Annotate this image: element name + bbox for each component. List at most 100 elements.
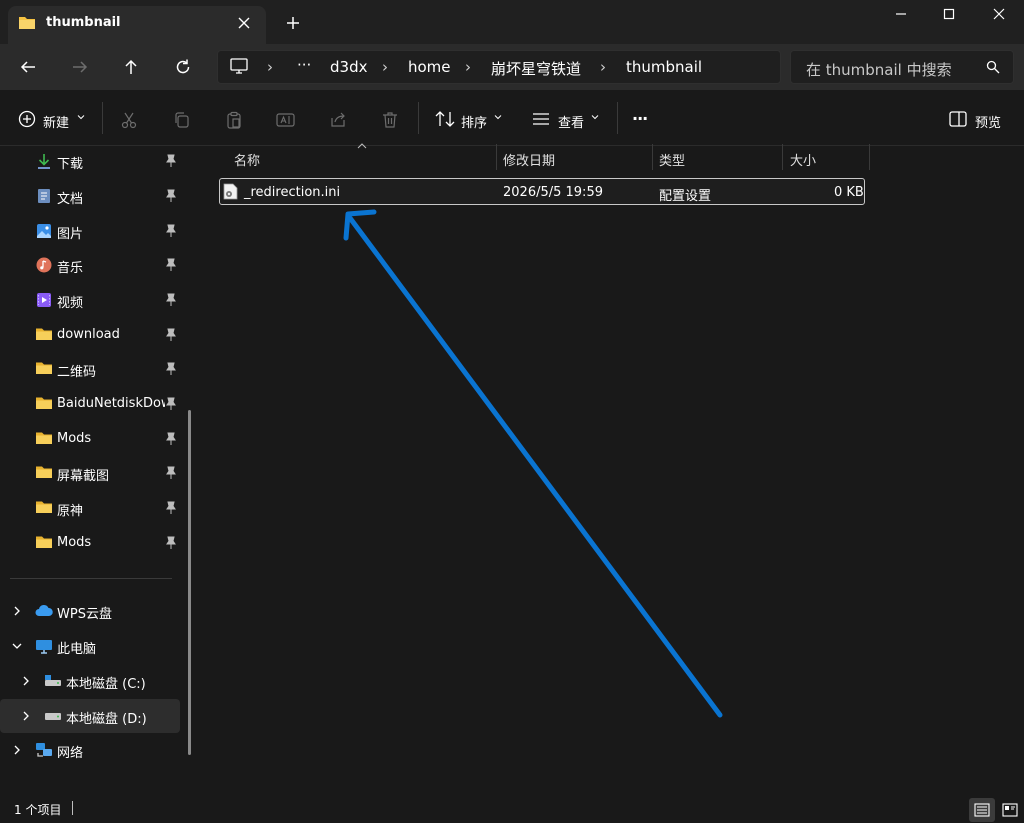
chevron-right-icon[interactable] [21, 711, 31, 721]
sidebar-item-label: 音乐 [57, 261, 84, 276]
pin-icon [165, 293, 177, 307]
tiles-view-button[interactable] [998, 798, 1022, 822]
annotation-arrow [343, 209, 723, 718]
close-icon[interactable] [976, 4, 1022, 24]
sidebar-item-label: BaiduNetdiskDownload [57, 396, 165, 411]
cut-icon[interactable] [118, 109, 140, 131]
folder-icon [36, 361, 52, 377]
sidebar-item-drive-c[interactable]: 本地磁盘 (C:) [66, 673, 146, 692]
file-date: 2026/5/5 19:59 [503, 185, 603, 200]
new-icon[interactable] [18, 110, 36, 128]
column-divider[interactable] [869, 144, 870, 170]
pin-icon [165, 362, 177, 376]
refresh-icon[interactable] [173, 57, 193, 77]
file-size: 0 KB [834, 185, 864, 200]
more-options-button[interactable]: ··· [632, 109, 648, 128]
sort-ascending-icon [357, 143, 367, 149]
delete-icon[interactable] [379, 109, 401, 131]
folder-icon [36, 500, 52, 516]
details-view-button[interactable] [969, 798, 995, 822]
chevron-down-icon [494, 113, 502, 121]
drive-icon [44, 710, 62, 722]
chevron-down-icon [77, 113, 85, 121]
sidebar-divider [10, 578, 172, 579]
column-header-type[interactable]: 类型 [659, 150, 685, 169]
minimize-icon[interactable] [878, 4, 924, 24]
sidebar-item-label: 视频 [57, 296, 84, 311]
back-icon[interactable] [18, 57, 38, 77]
pin-icon [165, 258, 177, 272]
column-header-name[interactable]: 名称 [234, 150, 260, 169]
chevron-right-icon[interactable] [21, 676, 31, 686]
chevron-right-icon: › [267, 58, 273, 76]
up-icon[interactable] [121, 57, 141, 77]
sidebar-item-wps-cloud[interactable]: WPS云盘 [57, 603, 112, 622]
paste-icon[interactable] [223, 109, 245, 131]
document-icon [36, 188, 52, 204]
copy-icon[interactable] [171, 109, 193, 131]
sidebar-item-label: Mods [57, 535, 92, 550]
sidebar-item-label: 文档 [57, 192, 84, 207]
video-icon [36, 292, 52, 308]
column-header-size[interactable]: 大小 [790, 150, 816, 169]
sidebar-item-network[interactable]: 网络 [57, 742, 83, 761]
chevron-right-icon: › [600, 58, 606, 76]
view-icon[interactable] [532, 112, 550, 126]
search-placeholder: 在 thumbnail 中搜索 [806, 61, 952, 79]
breadcrumb-item[interactable]: d3dx [330, 58, 367, 76]
drive-icon [44, 674, 62, 688]
sidebar-item-drive-d[interactable]: 本地磁盘 (D:) [66, 708, 147, 727]
chevron-right-icon: › [465, 58, 471, 76]
tab-title: thumbnail [46, 15, 121, 30]
monitor-icon[interactable] [230, 58, 248, 74]
computer-icon [35, 639, 53, 655]
sidebar-item-label: 下载 [57, 157, 84, 172]
network-icon [35, 742, 53, 758]
close-tab-icon[interactable] [236, 15, 252, 31]
sidebar-item-label: 屏幕截图 [57, 469, 110, 484]
item-count: 1 个项目 [14, 803, 62, 817]
pin-icon [165, 397, 177, 411]
breadcrumb-item[interactable]: thumbnail [626, 58, 702, 76]
chevron-right-icon[interactable] [12, 745, 22, 755]
pin-icon [165, 189, 177, 203]
column-header-date[interactable]: 修改日期 [503, 150, 555, 169]
chevron-right-icon[interactable] [12, 606, 22, 616]
sidebar-scrollbar[interactable] [188, 410, 191, 755]
breadcrumb-overflow[interactable]: ··· [297, 56, 311, 74]
search-icon[interactable] [986, 60, 1000, 74]
sort-button[interactable]: 排序 [461, 112, 487, 131]
sidebar-item-label: 原神 [57, 504, 84, 519]
status-divider [72, 801, 73, 815]
status-bar [0, 794, 1024, 823]
file-name[interactable]: _redirection.ini [244, 185, 340, 200]
folder-icon [36, 396, 52, 412]
sidebar-item-label: Mods [57, 431, 92, 446]
pin-icon [165, 328, 177, 342]
pictures-icon [36, 223, 52, 239]
column-divider[interactable] [496, 144, 497, 170]
download-icon [36, 153, 52, 169]
breadcrumb-item[interactable]: home [408, 58, 451, 76]
view-button[interactable]: 查看 [558, 112, 584, 131]
new-button[interactable]: 新建 [43, 112, 69, 131]
forward-icon[interactable] [70, 57, 90, 77]
preview-pane-icon[interactable] [949, 111, 967, 127]
command-bar [0, 90, 1024, 146]
chevron-down-icon[interactable] [12, 641, 22, 651]
folder-icon [36, 327, 52, 343]
share-icon[interactable] [327, 109, 349, 131]
breadcrumb-item[interactable]: 崩坏星穹铁道 [491, 58, 581, 79]
sidebar-item-this-pc[interactable]: 此电脑 [57, 638, 96, 657]
new-tab-icon[interactable] [285, 15, 301, 31]
cloud-icon [35, 604, 53, 618]
pin-icon [165, 154, 177, 168]
rename-icon[interactable] [275, 109, 297, 131]
maximize-icon[interactable] [926, 4, 972, 24]
divider [102, 102, 103, 134]
divider [617, 102, 618, 134]
column-divider[interactable] [782, 144, 783, 170]
column-divider[interactable] [652, 144, 653, 170]
preview-button[interactable]: 预览 [975, 112, 1001, 131]
sort-icon[interactable] [435, 110, 455, 128]
